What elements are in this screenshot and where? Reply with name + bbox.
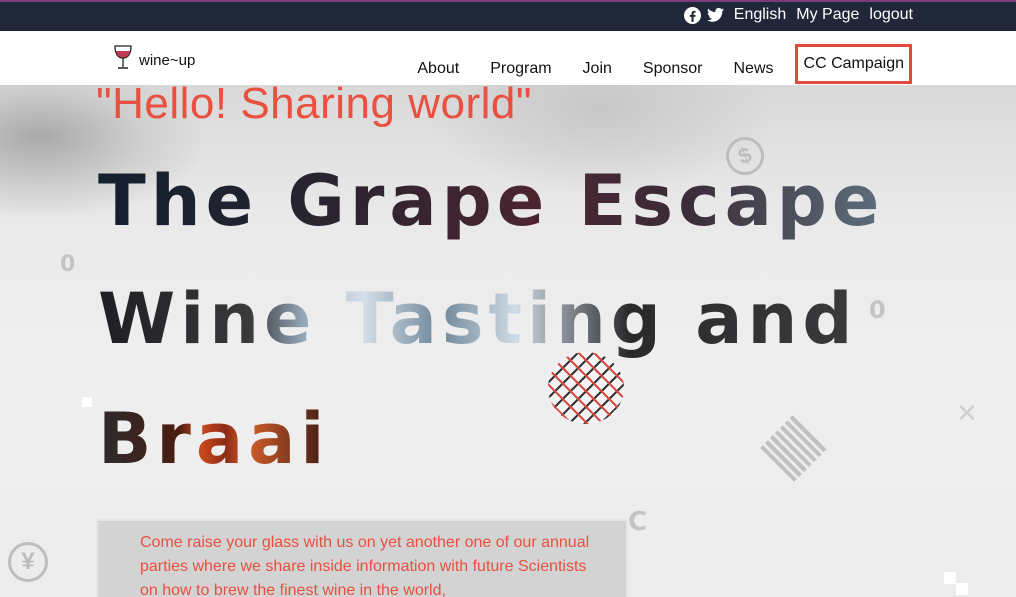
nav-sponsor[interactable]: Sponsor xyxy=(643,50,703,79)
wine-glass-icon xyxy=(113,45,133,76)
my-page-link[interactable]: My Page xyxy=(796,6,859,24)
facebook-icon[interactable] xyxy=(683,6,701,24)
yen-coin-icon: ¥ xyxy=(8,542,48,582)
close-icon: ✕ xyxy=(956,399,978,429)
top-utility-bar: English My Page logout xyxy=(0,0,1016,31)
logout-link[interactable]: logout xyxy=(869,6,913,24)
brand-name: wine~up xyxy=(139,52,196,69)
zero-decoration: 0 xyxy=(60,252,76,277)
dotted-circle-decoration xyxy=(548,352,624,424)
nav-about[interactable]: About xyxy=(417,50,459,79)
c-decoration: C xyxy=(628,507,648,537)
hero-tagline: "Hello! Sharing world" xyxy=(96,79,532,128)
square-decoration xyxy=(82,397,92,407)
square-decoration xyxy=(956,583,968,595)
nav-join[interactable]: Join xyxy=(583,50,612,79)
hero-title-line-3: Braai xyxy=(98,398,330,480)
zero-decoration: 0 xyxy=(869,296,886,324)
square-decoration xyxy=(944,572,956,584)
twitter-icon[interactable] xyxy=(706,7,724,24)
brand-logo[interactable]: wine~up xyxy=(113,45,195,76)
nav-program[interactable]: Program xyxy=(490,50,551,79)
hero-title-line-1: The Grape Escape xyxy=(98,160,885,242)
nav-cc-campaign[interactable]: CC Campaign xyxy=(794,44,912,84)
hero-description-box: Come raise your glass with us on yet ano… xyxy=(96,519,628,597)
hero-title-line-2: Wine Tasting and xyxy=(98,278,858,360)
main-navbar: wine~up About Program Join Sponsor News … xyxy=(0,31,1016,85)
language-link[interactable]: English xyxy=(734,6,786,24)
utility-links: English My Page logout xyxy=(683,6,913,24)
nav-news[interactable]: News xyxy=(734,50,774,79)
main-nav: About Program Join Sponsor News CC Campa… xyxy=(417,44,912,84)
hero-description: Come raise your glass with us on yet ano… xyxy=(140,534,590,597)
